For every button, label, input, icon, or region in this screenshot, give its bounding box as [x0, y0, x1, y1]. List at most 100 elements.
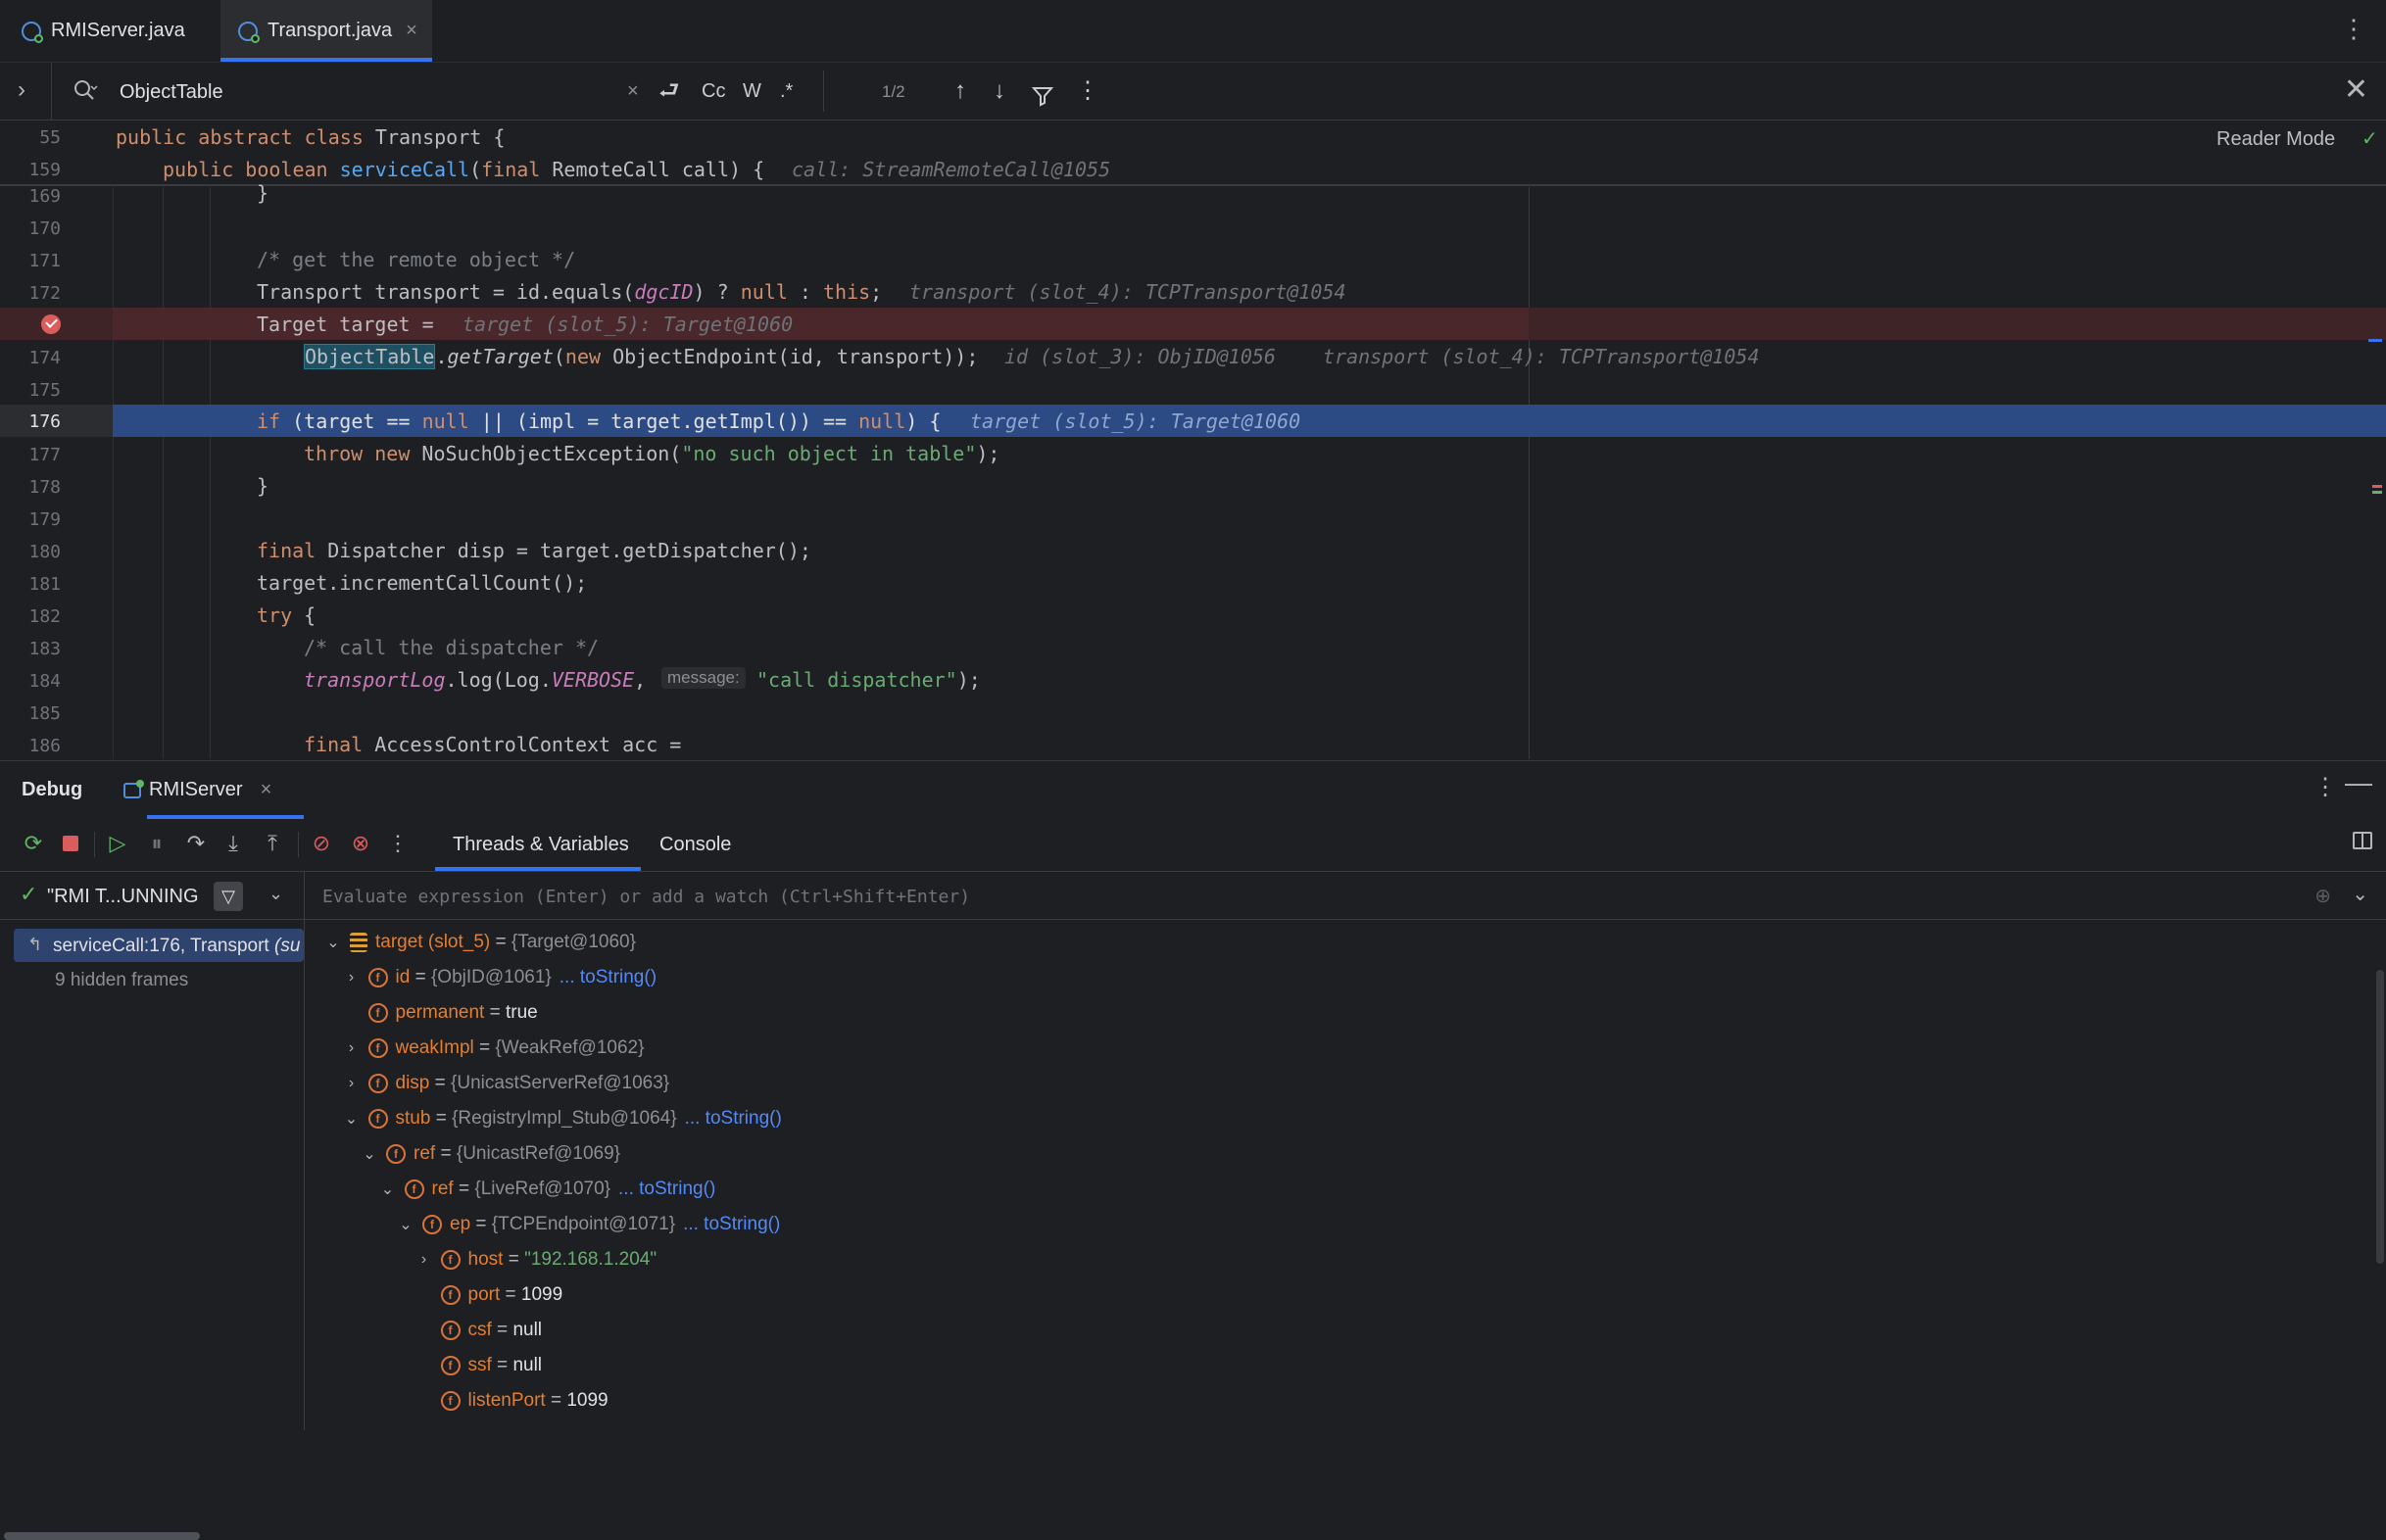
expand-arrow-icon[interactable]: ›	[414, 1251, 435, 1269]
variable-row[interactable]: f listenPort = 1099	[414, 1384, 609, 1418]
variable-name: ep	[450, 1214, 471, 1234]
previous-occurrence-icon[interactable]: ↑	[954, 74, 966, 108]
step-over-icon[interactable]: ↷	[182, 830, 210, 857]
find-bar: › × ⮐ Cc W .* 1/2 ↑ ↓ ⋮ ✕	[0, 63, 2386, 120]
view-breakpoints-icon[interactable]: ⊘	[308, 830, 335, 857]
new-line-icon[interactable]: ⮐	[658, 74, 680, 108]
layout-icon[interactable]	[2353, 832, 2372, 849]
tab-console[interactable]: Console	[659, 834, 731, 856]
variable-row[interactable]: › f disp = {UnicastServerRef@1063}	[341, 1067, 669, 1100]
collapse-arrow-icon[interactable]: ⌄	[395, 1215, 416, 1234]
variable-value: null	[512, 1320, 543, 1340]
to-string-link[interactable]: ... toString()	[683, 1214, 780, 1235]
close-tab-icon[interactable]: ×	[406, 20, 417, 42]
variable-row[interactable]: ⌄ f stub = {RegistryImpl_Stub@1064} ... toS…	[341, 1102, 782, 1135]
mute-breakpoints-icon[interactable]: ⊗	[347, 830, 374, 857]
regex-button[interactable]: .*	[780, 74, 793, 108]
thread-selector[interactable]: ✓ "RMI T...UNNING ▽ ⌄	[0, 872, 304, 920]
variable-row[interactable]: f permanent = true	[341, 996, 538, 1030]
whole-words-button[interactable]: W	[743, 74, 761, 108]
more-options-icon[interactable]: ⋮	[2313, 773, 2337, 801]
stack-frame[interactable]: ↰ serviceCall:176, Transport (su	[14, 929, 304, 962]
execution-point-line[interactable]: 176 if (target == null || (impl = target…	[0, 405, 2386, 437]
code-line: throw new NoSuchObjectException("no such…	[304, 442, 1000, 465]
variable-row[interactable]: ⌄ target (slot_5) = {Target@1060}	[322, 926, 636, 959]
hidden-frames-link[interactable]: 9 hidden frames	[55, 970, 188, 991]
expand-arrow-icon[interactable]: ›	[341, 1075, 363, 1092]
tab-rmiserver-java[interactable]: RMIServer.java	[22, 0, 185, 62]
line-number: 174	[28, 348, 61, 368]
equals-sign: =	[491, 1320, 513, 1340]
java-class-icon	[238, 21, 260, 43]
variable-name: listenPort	[467, 1390, 546, 1411]
to-string-link[interactable]: ... toString()	[560, 967, 657, 988]
sticky-code: public abstract class Transport {	[116, 125, 506, 149]
collapse-arrow-icon[interactable]: ⌄	[341, 1109, 363, 1129]
breakpoint-line[interactable]: Target target = target (slot_5): Target@…	[0, 308, 2386, 340]
scrollbar[interactable]	[4, 1532, 200, 1540]
collapse-arrow-icon[interactable]: ⌄	[359, 1144, 380, 1164]
sticky-divider	[0, 184, 2386, 186]
clear-search-icon[interactable]: ×	[627, 74, 639, 108]
variable-row[interactable]: ⌄ f ref = {LiveRef@1070} ... toString()	[377, 1173, 715, 1206]
step-into-icon[interactable]: ⤓	[219, 830, 247, 857]
sticky-line-method[interactable]: 159 public boolean serviceCall(final Rem…	[0, 153, 2386, 185]
variable-value: "192.168.1.204"	[524, 1249, 657, 1270]
breakpoint-icon[interactable]	[41, 314, 61, 334]
equals-sign: =	[410, 967, 431, 987]
expand-arrow-icon[interactable]: ›	[341, 969, 363, 987]
no-problems-icon[interactable]: ✓	[2362, 126, 2378, 151]
close-session-icon[interactable]: ×	[261, 779, 272, 801]
sticky-line-class[interactable]: 55 public abstract class Transport {	[0, 120, 2386, 153]
scrollbar[interactable]	[2376, 970, 2384, 1264]
more-options-icon[interactable]: ⋮	[1076, 74, 1099, 108]
match-case-button[interactable]: Cc	[702, 74, 725, 108]
evaluate-expression-input[interactable]	[320, 880, 2186, 913]
expand-replace-icon[interactable]: ›	[18, 76, 25, 104]
resume-icon[interactable]: ▷	[104, 830, 131, 857]
add-watch-icon[interactable]: ⊕	[2314, 884, 2331, 908]
more-options-icon[interactable]: ⋮	[2341, 14, 2366, 43]
filter-icon[interactable]	[1031, 79, 1054, 113]
frame-method: serviceCall:176, Transport	[53, 936, 269, 956]
variable-type: {ObjID@1061}	[430, 967, 552, 987]
to-string-link[interactable]: ... toString()	[685, 1108, 782, 1130]
code-editor[interactable]: 55 public abstract class Transport { 159…	[0, 120, 2386, 759]
to-string-link[interactable]: ... toString()	[618, 1179, 715, 1200]
variable-row[interactable]: ⌄ f ep = {TCPEndpoint@1071} ... toString()	[395, 1208, 780, 1241]
reader-mode-button[interactable]: Reader Mode	[2216, 128, 2335, 151]
field-icon: f	[367, 1074, 388, 1093]
more-options-icon[interactable]: ⋮	[384, 830, 412, 857]
variable-row[interactable]: › f weakImpl = {WeakRef@1062}	[341, 1032, 644, 1065]
collapse-arrow-icon[interactable]: ⌄	[322, 933, 344, 952]
variable-name: disp	[395, 1073, 430, 1093]
search-history-icon[interactable]	[73, 78, 98, 104]
variable-row[interactable]: ⌄ f ref = {UnicastRef@1069}	[359, 1137, 620, 1171]
variable-value: 1099	[566, 1390, 609, 1411]
expand-arrow-icon[interactable]: ›	[341, 1039, 363, 1057]
search-input[interactable]	[118, 72, 631, 112]
variable-row[interactable]: › f host = "192.168.1.204"	[414, 1243, 657, 1276]
filter-icon[interactable]: ▽	[214, 882, 243, 911]
variable-row[interactable]: f ssf = null	[414, 1349, 542, 1382]
line-number: 181	[28, 574, 61, 595]
next-occurrence-icon[interactable]: ↓	[994, 74, 1005, 108]
pause-icon[interactable]: ⏸	[143, 830, 170, 857]
chevron-down-icon[interactable]: ⌄	[268, 884, 283, 904]
step-out-icon[interactable]: ⤒	[259, 830, 286, 857]
debug-session-tab[interactable]: RMIServer ×	[123, 779, 271, 801]
rerun-icon[interactable]: ⟳	[20, 830, 47, 857]
code-line: transportLog.log(Log.VERBOSE,	[304, 668, 658, 692]
minimize-icon[interactable]: —	[2345, 767, 2372, 798]
stop-icon[interactable]	[57, 830, 84, 857]
tab-transport-java[interactable]: Transport.java ×	[220, 0, 432, 62]
variable-row[interactable]: f port = 1099	[414, 1278, 562, 1312]
variable-row[interactable]: f csf = null	[414, 1314, 543, 1347]
code-comment: /* call the dispatcher */	[304, 636, 600, 659]
variable-row[interactable]: › f id = {ObjID@1061} ... toString()	[341, 961, 657, 994]
tab-threads-variables[interactable]: Threads & Variables	[453, 834, 629, 856]
variable-name: ssf	[467, 1355, 492, 1375]
chevron-down-icon[interactable]: ⌄	[2352, 882, 2368, 906]
close-find-icon[interactable]: ✕	[2344, 72, 2368, 107]
collapse-arrow-icon[interactable]: ⌄	[377, 1179, 399, 1199]
